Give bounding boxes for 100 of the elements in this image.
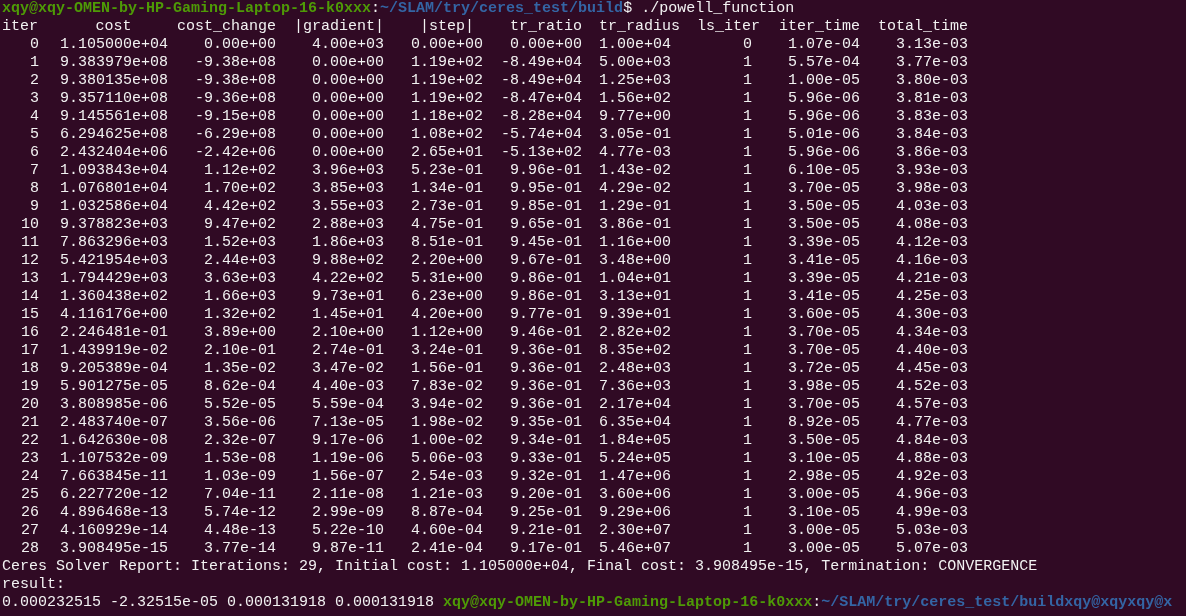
table-cell-text: 1 bbox=[742, 378, 753, 396]
table-cell-text: 2.30e+07 bbox=[598, 522, 672, 540]
table-cell-text: 1 bbox=[742, 324, 753, 342]
table-cell-text: 7.83e-02 bbox=[410, 378, 483, 396]
table-cell-text: 5.57e-04 bbox=[787, 54, 860, 72]
table-cell-text: 9.20e-01 bbox=[509, 486, 582, 504]
table-cell-text: 2.10e-01 bbox=[203, 342, 276, 360]
table-cell-text: 2.246481e-01 bbox=[58, 324, 168, 342]
table-cell-text: 0.00e+00 bbox=[311, 126, 384, 144]
table-cell-text: 7.13e-05 bbox=[311, 414, 384, 432]
table-cell-text: 1 bbox=[742, 90, 753, 108]
table-cell-text: 1.47e+06 bbox=[598, 468, 672, 486]
table-cell-text: 3.05e-01 bbox=[598, 126, 672, 144]
table-cell-text: 2.98e-05 bbox=[787, 468, 860, 486]
table-cell-text: 1.04e+01 bbox=[598, 270, 672, 288]
table-cell-text: 0.00e+00 bbox=[311, 72, 384, 90]
table-cell-text: 4.34e-03 bbox=[895, 324, 968, 342]
table-cell-text: 4.57e-03 bbox=[895, 396, 968, 414]
table-cell-text: 4.96e-03 bbox=[895, 486, 968, 504]
table-cell-text: 1.45e+01 bbox=[311, 306, 384, 324]
table-cell-text: 9.205389e-04 bbox=[58, 360, 168, 378]
table-cell-text: 3.98e-05 bbox=[787, 378, 860, 396]
table-cell-text: 15 bbox=[20, 306, 39, 324]
table-cell-text: 1.03e-09 bbox=[203, 468, 276, 486]
table-cell-text: -8.47e+04 bbox=[500, 90, 582, 108]
table-cell-text: 3.50e-05 bbox=[787, 216, 860, 234]
table-cell-text: 27 bbox=[20, 522, 39, 540]
table-cell-text: -9.36e+08 bbox=[194, 90, 276, 108]
table-cell-text: 2 bbox=[29, 72, 39, 90]
table-cell-text: 4.22e+02 bbox=[311, 270, 384, 288]
table-cell-text: 4.08e-03 bbox=[895, 216, 968, 234]
table-cell-text: 7.04e-11 bbox=[203, 486, 276, 504]
table-cell-text: 3.908495e-15 bbox=[58, 540, 168, 558]
table-cell-text: 1.34e-01 bbox=[410, 180, 483, 198]
table-cell-text: 3 bbox=[29, 90, 39, 108]
table-cell-text: 3.60e-05 bbox=[787, 306, 860, 324]
table-cell-text: 9.17e-06 bbox=[311, 432, 384, 450]
table-cell-text: 2.74e-01 bbox=[311, 342, 384, 360]
table-cell-text: 3.10e-05 bbox=[787, 504, 860, 522]
table-cell-text: 5.74e-12 bbox=[203, 504, 276, 522]
table-cell-text: 3.98e-03 bbox=[895, 180, 968, 198]
table-cell-text: 8.51e-01 bbox=[410, 234, 483, 252]
table-cell-text: 6.227720e-12 bbox=[58, 486, 168, 504]
table-cell-text: 9.39e+01 bbox=[598, 306, 672, 324]
table-cell-text: 1.53e-08 bbox=[203, 450, 276, 468]
table-cell-text: 9.35e-01 bbox=[509, 414, 582, 432]
table-cell-text: -5.13e+02 bbox=[500, 144, 582, 162]
table-cell-text: 4.03e-03 bbox=[895, 198, 968, 216]
table-cell-text: 9.25e-01 bbox=[509, 504, 582, 522]
table-cell-text: 9.73e+01 bbox=[311, 288, 384, 306]
table-cell-text: 14 bbox=[20, 288, 39, 306]
table-cell-text: 1 bbox=[742, 468, 753, 486]
table-cell-text: 1.07e-04 bbox=[787, 36, 860, 54]
prompt-symbol: $ bbox=[623, 0, 633, 17]
table-cell-text: 1.00e-02 bbox=[410, 432, 483, 450]
output-label: result: bbox=[2, 576, 65, 593]
table-cell-text: 4.25e-03 bbox=[895, 288, 968, 306]
table-cell-text: 4.45e-03 bbox=[895, 360, 968, 378]
table-cell-text: 3.55e+03 bbox=[311, 198, 384, 216]
table-cell-text: 1.35e-02 bbox=[203, 360, 276, 378]
table-cell-text: 1.439919e-02 bbox=[58, 342, 168, 360]
table-cell-text: 9.46e-01 bbox=[509, 324, 582, 342]
table-cell-text: 1.00e-05 bbox=[787, 72, 860, 90]
table-cell-text: 3.39e-05 bbox=[787, 270, 860, 288]
table-cell-text: 9.87e-11 bbox=[311, 540, 384, 558]
table-cell-text: 9.145561e+08 bbox=[58, 108, 168, 126]
table-cell-text: 0.00e+00 bbox=[311, 144, 384, 162]
table-cell-text: 1.12e+02 bbox=[203, 162, 276, 180]
table-cell-text: 1.70e+02 bbox=[203, 180, 276, 198]
table-cell-text: 5.00e+03 bbox=[598, 54, 672, 72]
table-cell-text: 3.50e-05 bbox=[787, 432, 860, 450]
table-cell-text: 8.62e-04 bbox=[203, 378, 276, 396]
table-cell-text: 1.43e-02 bbox=[598, 162, 672, 180]
table-cell-text: 1.29e-01 bbox=[598, 198, 672, 216]
table-cell-text: 3.56e-06 bbox=[203, 414, 276, 432]
table-cell-text: 5.24e+05 bbox=[598, 450, 672, 468]
table-cell-text: 26 bbox=[20, 504, 39, 522]
table-cell-text: 1.56e+02 bbox=[598, 90, 672, 108]
table-cell-text: 3.60e+06 bbox=[598, 486, 672, 504]
table-cell-text: 18 bbox=[20, 360, 39, 378]
table-cell-text: 9.380135e+08 bbox=[58, 72, 168, 90]
table-cell-text: 4.21e-03 bbox=[895, 270, 968, 288]
column-header: tr_ratio bbox=[509, 18, 582, 36]
table-cell-text: 1 bbox=[742, 234, 753, 252]
table-cell-text: 1.105000e+04 bbox=[58, 36, 168, 54]
table-cell-text: 6.23e+00 bbox=[410, 288, 483, 306]
table-cell-text: 5.03e-03 bbox=[895, 522, 968, 540]
report-text: Ceres Solver Report: Iterations: 29, Initial cost: 1.105000e+04, Final cost: 3.908495e-15, Termination: CONVERGENCE bbox=[2, 558, 1038, 575]
column-header: tr_radius bbox=[598, 18, 680, 36]
table-cell-text: 3.00e-05 bbox=[787, 522, 860, 540]
table-cell-text: 3.39e-05 bbox=[787, 234, 860, 252]
table-cell-text: 7 bbox=[29, 162, 39, 180]
table-cell-text: 3.83e-03 bbox=[895, 108, 968, 126]
table-cell-text: 1 bbox=[742, 162, 753, 180]
table-cell-text: 0.00e+00 bbox=[509, 36, 582, 54]
prompt-user-host: xqy@xqy-OMEN-by-HP-Gaming-Laptop-16-k0xxx bbox=[443, 594, 813, 611]
table-cell-text: 0.00e+00 bbox=[311, 90, 384, 108]
table-cell-text: -6.29e+08 bbox=[194, 126, 276, 144]
table-cell-text: 11 bbox=[20, 234, 39, 252]
table-cell-text: 4.16e-03 bbox=[895, 252, 968, 270]
